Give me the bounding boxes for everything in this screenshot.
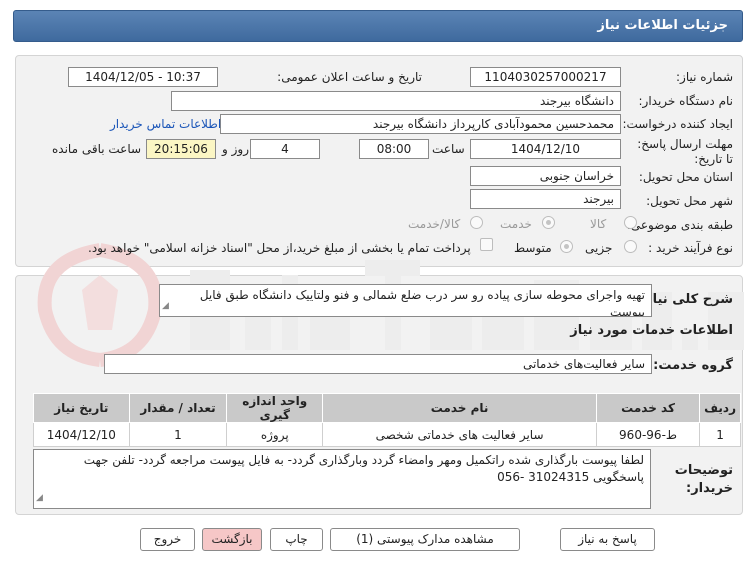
view-attachments-button[interactable]: مشاهده مدارک پیوستی (1) <box>330 528 520 551</box>
category-goods-radio[interactable] <box>624 216 637 229</box>
buyer-org-label: نام دستگاه خریدار: <box>638 94 734 108</box>
summary-field: تهیه واجرای محوطه سازی پیاده رو سر درب ض… <box>159 284 652 317</box>
category-both-radio[interactable] <box>470 216 483 229</box>
deadline-date-field: 1404/12/10 <box>470 139 621 159</box>
col-name-header: نام خدمت <box>322 393 597 423</box>
cell-unit: پروژه <box>226 422 324 447</box>
process-minor-label: جزیی <box>585 241 613 255</box>
category-both-label: کالا/خدمت <box>408 217 461 231</box>
buyer-notes-label: توضیحات خریدار: <box>674 463 733 496</box>
remaining-time-label: ساعت باقی مانده <box>52 142 142 156</box>
services-heading: اطلاعات خدمات مورد نیاز <box>570 323 733 338</box>
deadline-label: مهلت ارسال پاسخ: تا تاریخ: <box>637 137 733 166</box>
col-row-header: ردیف <box>699 393 741 423</box>
col-date-header: تاریخ نیاز <box>33 393 130 423</box>
days-remaining-field: 4 <box>250 139 320 159</box>
remaining-time-field: 20:15:06 <box>146 139 216 159</box>
announce-date-label: تاریخ و ساعت اعلان عمومی: <box>277 70 422 84</box>
province-field: خراسان جنوبی <box>470 166 621 186</box>
deadline-time-field: 08:00 <box>359 139 429 159</box>
city-label: شهر محل تحویل: <box>646 194 733 208</box>
city-field: بیرجند <box>470 189 621 209</box>
buyer-org-field: دانشگاه بیرجند <box>171 91 621 111</box>
process-medium-label: متوسط <box>514 241 552 255</box>
creator-field: محمدحسین محمودآبادی کارپرداز دانشگاه بیر… <box>220 114 621 134</box>
announce-date-field: 1404/12/05 - 10:37 <box>68 67 218 87</box>
buyer-notes-field: لطفا پیوست بارگذاری شده راتکمیل ومهر وام… <box>33 449 651 509</box>
table-header-row: ردیف کد خدمت نام خدمت واحد اندازه گیری ت… <box>33 393 741 423</box>
resize-handle-icon[interactable]: ◢ <box>36 490 43 507</box>
cell-quantity: 1 <box>128 422 228 447</box>
deadline-time-label: ساعت <box>432 142 465 156</box>
exit-button[interactable]: خروج <box>140 528 195 551</box>
cell-service-name: سایر فعالیت های خدماتی شخصی <box>322 422 597 447</box>
process-medium-radio[interactable] <box>560 240 573 253</box>
col-code-header: کد خدمت <box>595 393 701 423</box>
category-service-radio[interactable] <box>542 216 555 229</box>
category-service-label: خدمت <box>500 217 532 231</box>
col-qty-header: تعداد / مقدار <box>128 393 228 423</box>
treasury-payment-checkbox[interactable] <box>480 238 493 251</box>
services-table: ردیف کد خدمت نام خدمت واحد اندازه گیری ت… <box>33 393 741 447</box>
col-unit-header: واحد اندازه گیری <box>226 393 324 423</box>
page-header: جزئیات اطلاعات نیاز <box>13 10 743 42</box>
print-button[interactable]: چاپ <box>270 528 323 551</box>
cell-service-code: ط-96-960 <box>595 422 701 447</box>
service-group-field: سایر فعالیت‌های خدماتی <box>104 354 652 374</box>
process-minor-radio[interactable] <box>624 240 637 253</box>
creator-label: ایجاد کننده درخواست: <box>622 117 733 131</box>
category-goods-label: کالا <box>590 217 607 231</box>
page-title: جزئیات اطلاعات نیاز <box>597 18 728 33</box>
back-button[interactable]: بازگشت <box>202 528 262 551</box>
need-number-field: 1104030257000217 <box>470 67 621 87</box>
days-label: روز و <box>222 142 249 156</box>
process-type-label: نوع فرآیند خرید : <box>648 241 733 255</box>
resize-handle-icon[interactable]: ◢ <box>162 298 169 315</box>
service-group-label: گروه خدمت: <box>653 358 733 373</box>
summary-label: شرح کلی نیاز: <box>639 292 733 307</box>
cell-row-number: 1 <box>699 422 741 447</box>
category-label: طبقه بندی موضوعی: <box>626 218 733 232</box>
reply-button[interactable]: پاسخ به نیاز <box>560 528 655 551</box>
table-row: 1 ط-96-960 سایر فعالیت های خدماتی شخصی پ… <box>33 422 741 447</box>
cell-need-date: 1404/12/10 <box>33 422 130 447</box>
buyer-notes-text: لطفا پیوست بارگذاری شده راتکمیل ومهر وام… <box>83 453 644 484</box>
summary-text: تهیه واجرای محوطه سازی پیاده رو سر درب ض… <box>199 288 645 317</box>
treasury-payment-note: پرداخت تمام یا بخشی از مبلغ خرید،از محل … <box>88 241 471 255</box>
buyer-contact-link[interactable]: اطلاعات تماس خریدار <box>110 117 221 131</box>
need-number-label: شماره نیاز: <box>676 70 733 84</box>
province-label: استان محل تحویل: <box>638 170 733 184</box>
